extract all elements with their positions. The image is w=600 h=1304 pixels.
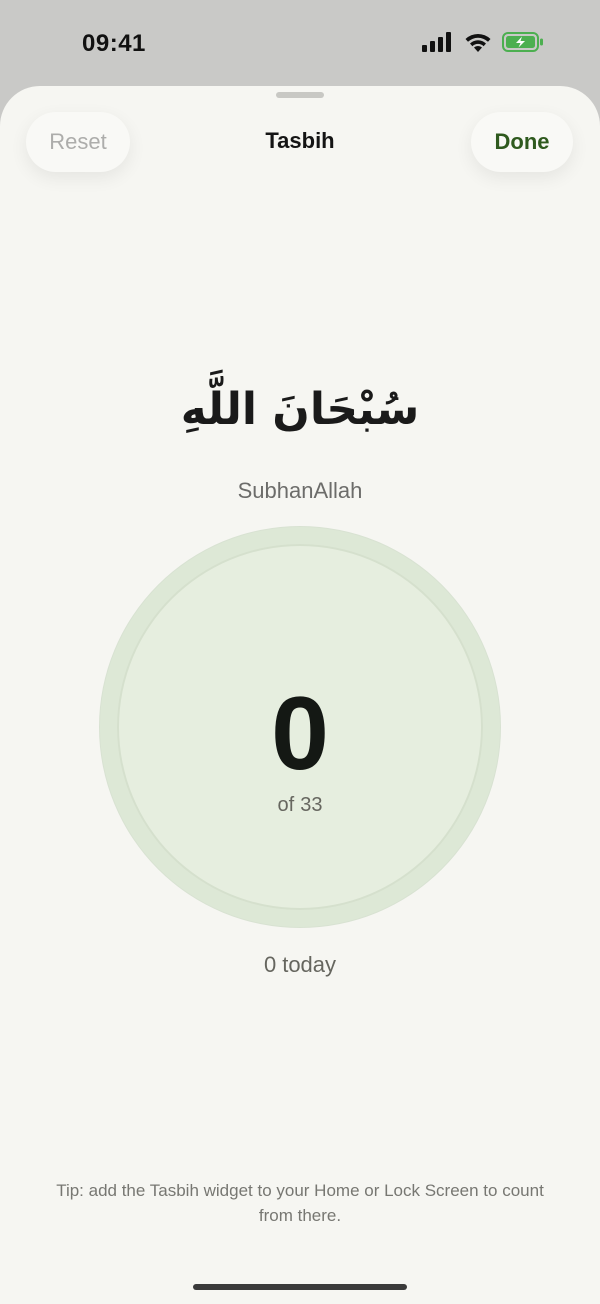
status-bar: 09:41	[0, 0, 600, 90]
widget-tip: Tip: add the Tasbih widget to your Home …	[56, 1181, 544, 1225]
tasbih-sheet: Reset Tasbih Done سُبْحَانَ اللَّهِ Subh…	[0, 86, 600, 1304]
sheet-grabber[interactable]	[276, 92, 324, 98]
count-target-value: 33	[300, 794, 323, 816]
count-target-prefix: of	[277, 794, 295, 816]
status-time: 09:41	[82, 30, 146, 57]
count-value: 0	[271, 676, 329, 792]
battery-charging-icon	[502, 32, 543, 52]
dhikr-transliteration: SubhanAllah	[237, 478, 363, 503]
wifi-icon	[465, 33, 491, 52]
count-target: of 33	[117, 794, 483, 817]
home-indicator[interactable]	[193, 1284, 407, 1290]
done-button[interactable]: Done	[471, 112, 573, 172]
today-count-value: 0	[263, 952, 277, 977]
counter-circle[interactable]: 0 of 33	[117, 544, 483, 910]
counter-tap-button[interactable]: 0 of 33	[100, 527, 500, 927]
today-count: 0 today	[0, 952, 600, 978]
status-icons	[422, 32, 544, 52]
cellular-signal-icon	[422, 32, 451, 52]
today-count-label: today	[282, 952, 337, 977]
dhikr-arabic: سُبْحَانَ اللَّهِ	[180, 384, 420, 435]
